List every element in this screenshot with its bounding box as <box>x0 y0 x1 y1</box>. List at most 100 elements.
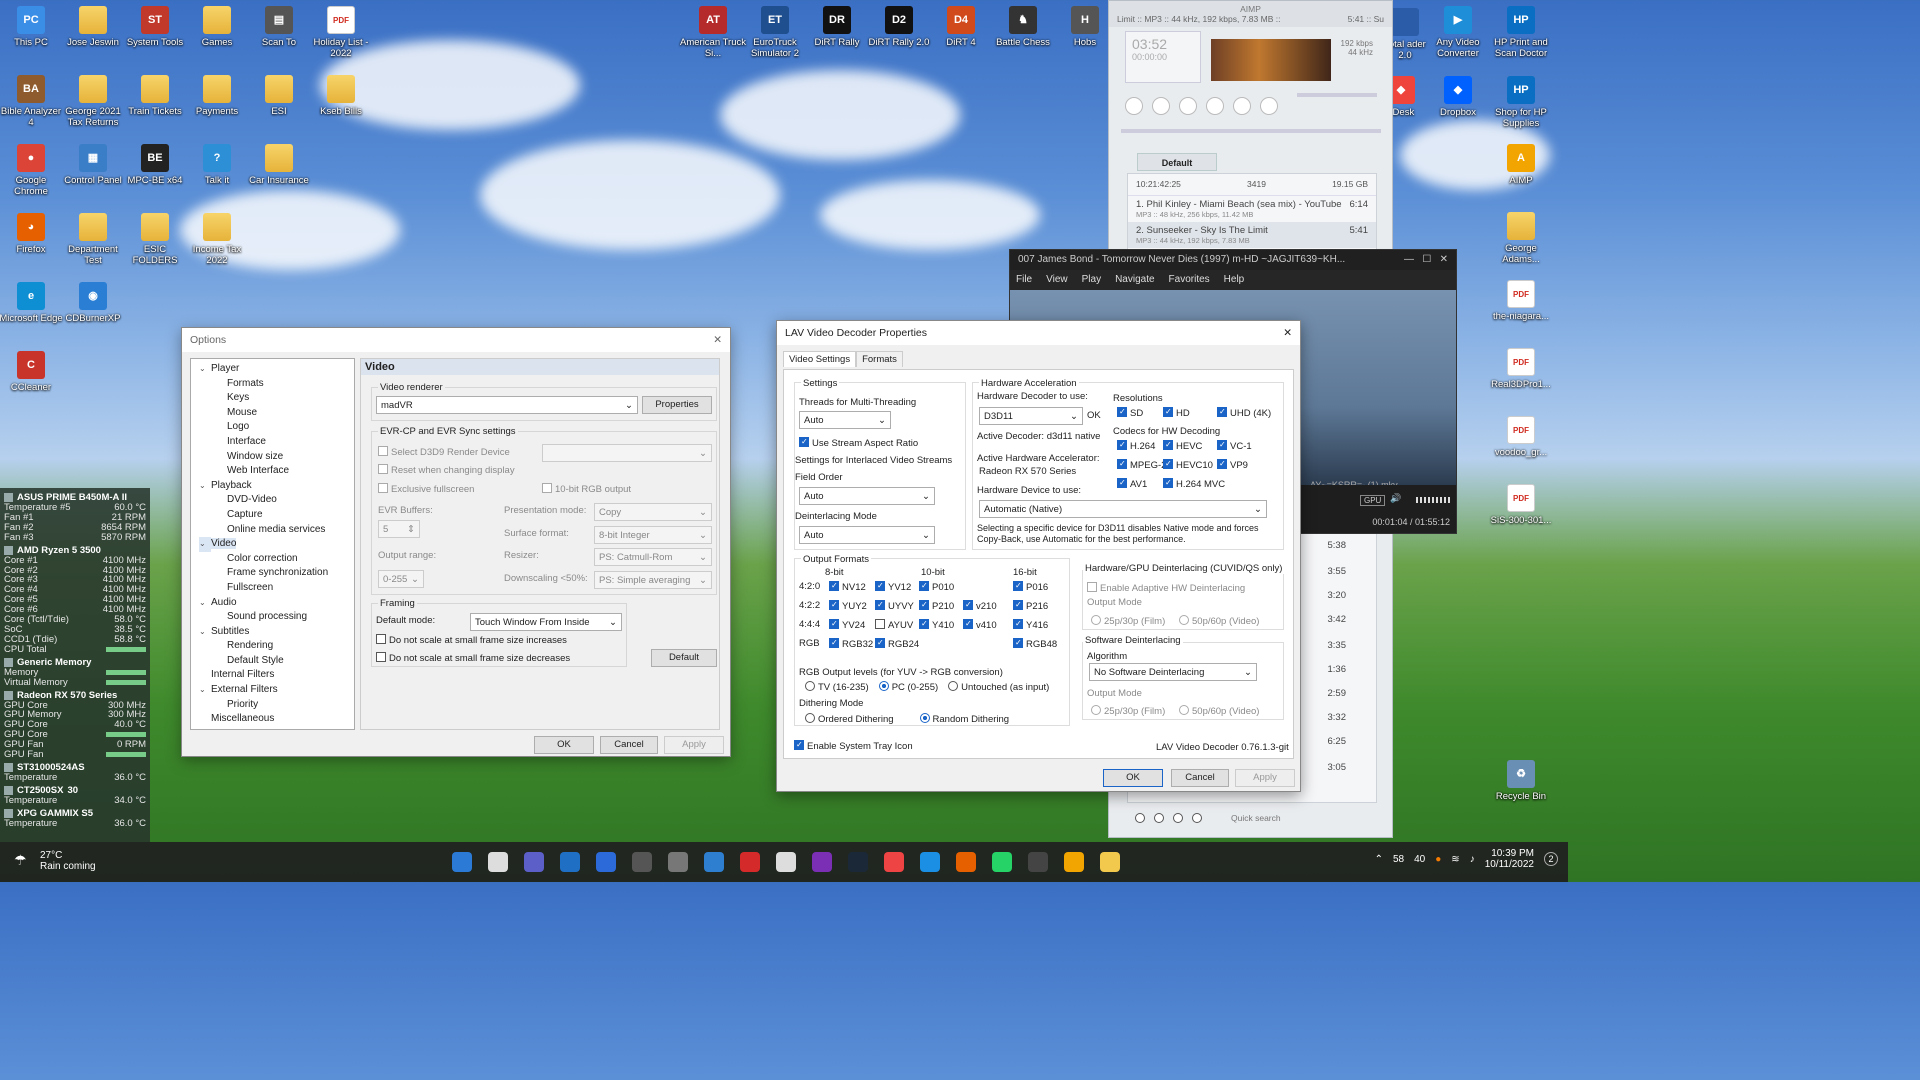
checkbox-y410[interactable]: Y410 <box>919 619 954 631</box>
checkbox-hevc[interactable]: HEVC <box>1163 440 1202 452</box>
desktop-icon[interactable]: ESIC FOLDERS <box>122 213 188 266</box>
playlist-track[interactable]: 1. Phil Kinley - Miami Beach (sea mix) -… <box>1128 196 1376 222</box>
desktop-icon[interactable]: Train Tickets <box>122 75 188 117</box>
checkbox-yv12[interactable]: YV12 <box>875 581 911 593</box>
quick-search[interactable]: Quick search <box>1231 813 1281 823</box>
resizer-select[interactable]: PS: Catmull-Rom ⌄ <box>594 548 712 566</box>
sort-icon[interactable] <box>1173 813 1183 823</box>
chevron-up-icon[interactable]: ⌃ <box>1375 854 1383 865</box>
chevron-down-icon[interactable]: ⌄ <box>199 683 211 698</box>
checkbox-p016[interactable]: P016 <box>1013 581 1048 593</box>
wifi-icon[interactable]: ≋ <box>1451 854 1459 865</box>
checkbox-uhd-4k-[interactable]: UHD (4K) <box>1217 407 1271 419</box>
desktop-icon[interactable]: ◕ Firefox <box>0 213 64 255</box>
playlist-track[interactable]: 2. Sunseeker - Sky Is The Limit MP3 :: 44… <box>1128 222 1376 248</box>
app-icon[interactable] <box>596 852 616 872</box>
chevron-down-icon[interactable]: ⌄ <box>199 537 211 552</box>
desktop-icon[interactable]: PDF Holiday List - 2022 <box>308 6 374 59</box>
checkbox-nv12[interactable]: NV12 <box>829 581 866 593</box>
tree-item[interactable]: Color correction <box>193 552 352 567</box>
checkbox-y416[interactable]: Y416 <box>1013 619 1048 631</box>
desktop-icon[interactable]: ▶ Any Video Converter <box>1425 6 1491 59</box>
field-order-select[interactable]: Auto ⌄ <box>799 487 935 505</box>
seek-bar[interactable] <box>1121 129 1381 133</box>
edge-icon[interactable] <box>920 852 940 872</box>
tree-item[interactable]: Keys <box>193 391 352 406</box>
output-range-select[interactable]: 0-255 ⌄ <box>378 570 424 588</box>
app-icon[interactable] <box>1028 852 1048 872</box>
checkbox-yv24[interactable]: YV24 <box>829 619 865 631</box>
desktop-icon[interactable]: ▦ Control Panel <box>60 144 126 186</box>
checkbox-rgb32[interactable]: RGB32 <box>829 638 873 650</box>
desktop-icon[interactable]: ♻ Recycle Bin <box>1488 760 1554 802</box>
tree-item[interactable]: ⌄ Player <box>193 362 352 377</box>
chevron-down-icon[interactable]: ⌄ <box>199 362 211 377</box>
tree-item[interactable]: ⌄ Audio <box>193 596 352 611</box>
tree-item[interactable]: Mouse <box>193 406 352 421</box>
checkbox-v410[interactable]: v410 <box>963 619 997 631</box>
properties-button[interactable]: Properties <box>642 396 712 414</box>
tree-item[interactable]: Online media services <box>193 523 352 538</box>
checkbox-ayuv[interactable]: AYUV <box>875 619 913 631</box>
desktop-icon[interactable]: HP HP Print and Scan Doctor <box>1488 6 1554 59</box>
checkbox-v210[interactable]: v210 <box>963 600 997 612</box>
hw-device-select[interactable]: Automatic (Native) ⌄ <box>979 500 1267 518</box>
lav-cancel-button[interactable]: Cancel <box>1171 769 1229 787</box>
video-menu-item[interactable]: View <box>1046 274 1068 286</box>
tree-item[interactable]: ⌄ Subtitles <box>193 625 352 640</box>
checkbox-av1[interactable]: AV1 <box>1117 478 1147 490</box>
tree-item[interactable]: Logo <box>193 420 352 435</box>
reset-display-checkbox[interactable]: Reset when changing display <box>378 464 515 476</box>
select-d3d9-checkbox[interactable]: Select D3D9 Render Device <box>378 446 510 458</box>
tree-item[interactable]: ⌄ Video <box>193 537 352 552</box>
desktop-icon[interactable]: ♞ Battle Chess <box>990 6 1056 48</box>
desktop-icon[interactable]: Payments <box>184 75 250 117</box>
file-explorer-icon[interactable] <box>1100 852 1120 872</box>
dither-radio[interactable]: Ordered Dithering <box>805 713 894 725</box>
tree-item[interactable]: ⌄ External Filters <box>193 683 352 698</box>
tree-item[interactable]: ⌄ Playback <box>193 479 352 494</box>
desktop-icon[interactable]: C CCleaner <box>0 351 64 393</box>
tab-video-settings[interactable]: Video Settings <box>783 351 857 367</box>
checkbox-yuy2[interactable]: YUY2 <box>829 600 867 612</box>
eject-icon[interactable] <box>1260 97 1278 115</box>
tree-item[interactable]: Window size <box>193 450 352 465</box>
pause-icon[interactable] <box>1152 97 1170 115</box>
desktop-icon[interactable]: PDF SiS-300-301... <box>1488 484 1554 526</box>
checkbox-uyvy[interactable]: UYVY <box>875 600 914 612</box>
dither-radio[interactable]: Random Dithering <box>919 713 1009 725</box>
checkbox-mpeg-2[interactable]: MPEG-2 <box>1117 459 1166 471</box>
video-menu-item[interactable]: Play <box>1082 274 1101 286</box>
desktop-icon[interactable]: Car Insurance <box>246 144 312 186</box>
desktop-icon[interactable]: PDF Real3DPro1... <box>1488 348 1554 390</box>
notification-badge[interactable]: 2 <box>1544 852 1558 866</box>
lav-apply-button[interactable]: Apply <box>1235 769 1295 787</box>
renderer-select[interactable]: madVR ⌄ <box>376 396 638 414</box>
app-icon[interactable] <box>668 852 688 872</box>
app-icon[interactable] <box>776 852 796 872</box>
play-icon[interactable] <box>1125 97 1143 115</box>
chevron-down-icon[interactable]: ⌄ <box>199 479 211 494</box>
presentation-mode-select[interactable]: Copy ⌄ <box>594 503 712 521</box>
mail-icon[interactable] <box>560 852 580 872</box>
checkbox-rgb48[interactable]: RGB48 <box>1013 638 1057 650</box>
desktop-icon[interactable]: George Adams... <box>1488 212 1554 265</box>
algorithm-select[interactable]: No Software Deinterlacing ⌄ <box>1089 663 1257 681</box>
desktop-icon[interactable]: ET EuroTruck Simulator 2 <box>742 6 808 59</box>
desktop-icon[interactable]: Department Test <box>60 213 126 266</box>
video-menu-item[interactable]: Navigate <box>1115 274 1154 286</box>
tree-item[interactable]: Capture <box>193 508 352 523</box>
amd-icon[interactable] <box>740 852 760 872</box>
remove-icon[interactable] <box>1154 813 1164 823</box>
apply-button[interactable]: Apply <box>664 736 724 754</box>
checkbox-vc-1[interactable]: VC-1 <box>1217 440 1252 452</box>
adaptive-hw-checkbox[interactable]: Enable Adaptive HW Deinterlacing <box>1087 582 1245 594</box>
speaker-icon[interactable]: ♪ <box>1470 854 1475 865</box>
hw-om-video-radio[interactable]: 50p/60p (Video) <box>1179 615 1259 627</box>
checkbox-p210[interactable]: P210 <box>919 600 954 612</box>
rgb-level-radio[interactable]: Untouched (as input) <box>948 681 1049 693</box>
checkbox-vp9[interactable]: VP9 <box>1217 459 1248 471</box>
start-icon[interactable] <box>452 852 472 872</box>
volume-bar[interactable] <box>1416 497 1452 503</box>
tree-item[interactable]: Frame synchronization <box>193 566 352 581</box>
